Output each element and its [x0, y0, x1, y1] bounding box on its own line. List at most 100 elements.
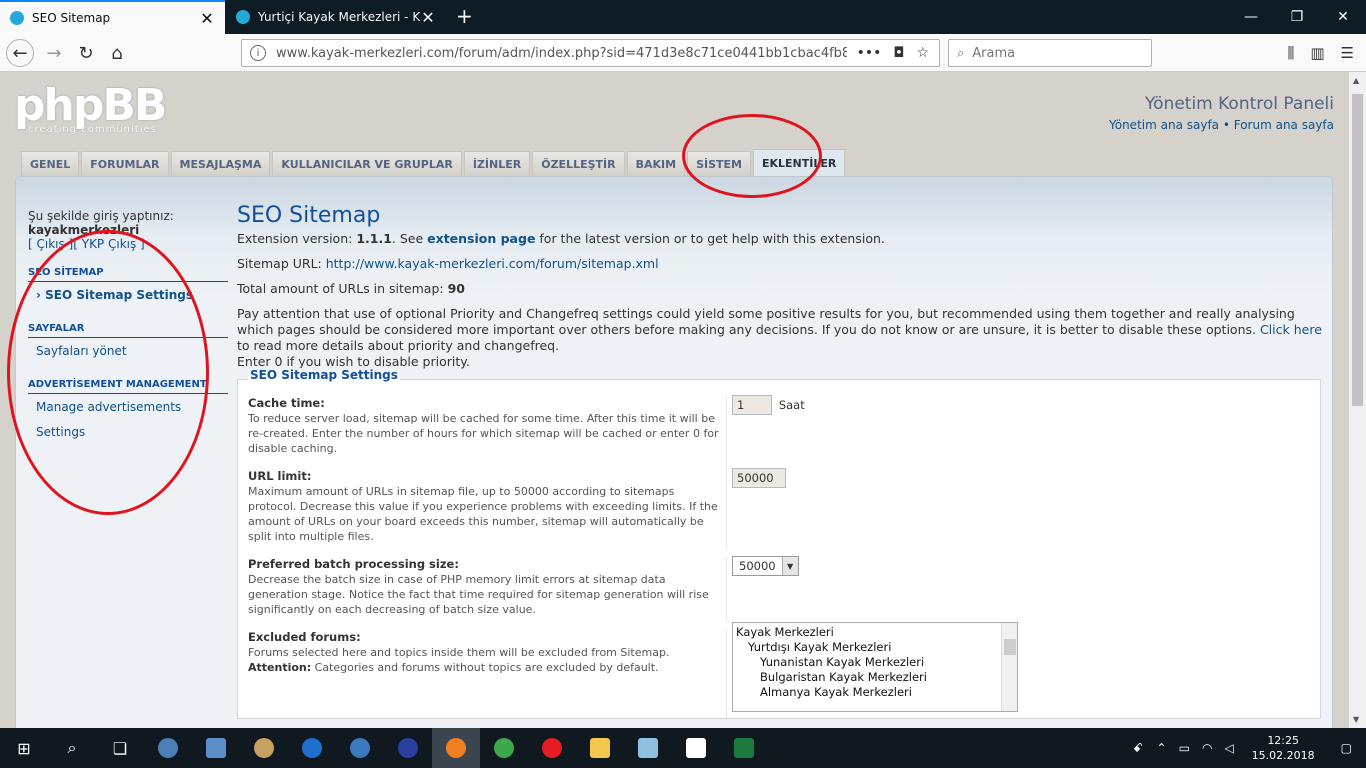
cache-time-desc: To reduce server load, sitemap will be c…: [248, 412, 719, 455]
people-icon[interactable]: ꗃ: [1125, 741, 1151, 756]
forward-icon[interactable]: →: [40, 40, 68, 66]
main-content: SEO Sitemap Extension version: 1.1.1. Se…: [237, 203, 1323, 720]
reload-icon[interactable]: ↻: [72, 40, 100, 66]
chrome-icon[interactable]: [480, 728, 528, 768]
volume-icon[interactable]: ◁: [1218, 741, 1239, 755]
sidebar-icon[interactable]: ▥: [1310, 44, 1324, 62]
excel-icon[interactable]: [720, 728, 768, 768]
close-tab-icon[interactable]: ✕: [420, 8, 436, 27]
sidebar-item-manage-advertisements[interactable]: Manage advertisements: [28, 394, 228, 419]
cache-time-unit: Saat: [778, 398, 805, 412]
list-item[interactable]: Almanya Kayak Merkezleri: [736, 685, 1014, 700]
firefox-icon[interactable]: [432, 728, 480, 768]
tab-title: Yurtiçi Kayak Merkezleri - Kayak: [258, 10, 420, 24]
windows-start-icon[interactable]: ⊞: [0, 728, 48, 768]
priority-notice: Pay attention that use of optional Prior…: [237, 306, 1322, 369]
app-icon[interactable]: [384, 728, 432, 768]
tab-kullanicilar[interactable]: KULLANICILAR VE GRUPLAR: [272, 151, 462, 176]
opera-icon[interactable]: [528, 728, 576, 768]
notifications-icon[interactable]: ▢: [1327, 741, 1366, 755]
computer-icon[interactable]: [192, 728, 240, 768]
browser-nav-bar: ← → ↻ ⌂ i www.kayak-merkezleri.com/forum…: [0, 34, 1366, 72]
sidebar-item-sayfalari-yonet[interactable]: Sayfaları yönet: [28, 338, 228, 363]
acp-tabs: GENEL FORUMLAR MESAJLAŞMA KULLANICILAR V…: [21, 149, 846, 176]
mail-client-icon[interactable]: [336, 728, 384, 768]
excluded-forums-desc: Forums selected here and topics inside t…: [248, 646, 670, 659]
batch-size-select[interactable]: 50000 ▼: [732, 556, 799, 576]
list-item[interactable]: Yurtdışı Kayak Merkezleri: [736, 640, 1014, 655]
system-tray: ꗃ ⌃ ▭ ◠ ◁ 12:25 15.02.2018 ▢: [1125, 728, 1366, 768]
tab-mesajlasma[interactable]: MESAJLAŞMA: [170, 151, 271, 176]
edge-icon[interactable]: [288, 728, 336, 768]
pocket-icon[interactable]: ◘: [893, 45, 904, 61]
paint-icon[interactable]: [240, 728, 288, 768]
sitemap-url-link[interactable]: http://www.kayak-merkezleri.com/forum/si…: [326, 256, 659, 271]
scroll-up-icon[interactable]: ▲: [1353, 76, 1359, 85]
home-icon[interactable]: ⌂: [103, 40, 131, 66]
chevron-up-icon[interactable]: ⌃: [1151, 741, 1173, 755]
logout-links[interactable]: [ Çıkış ][ YKP Çıkış ]: [28, 237, 228, 251]
list-item[interactable]: Kayak Merkezleri: [736, 625, 1014, 640]
menu-icon[interactable]: ☰: [1341, 44, 1354, 62]
site-favicon-icon: [10, 11, 24, 25]
url-limit-input[interactable]: 50000: [732, 468, 786, 488]
bookmark-star-icon[interactable]: ☆: [916, 45, 929, 61]
search-icon[interactable]: ⌕: [48, 728, 96, 768]
phpbb-logo[interactable]: phpBB creating communities: [14, 84, 174, 140]
back-icon[interactable]: ←: [6, 39, 34, 67]
library-icon[interactable]: ⫼: [1287, 44, 1294, 62]
extension-page-link[interactable]: extension page: [427, 231, 535, 246]
tab-genel[interactable]: GENEL: [21, 151, 80, 176]
total-urls: Total amount of URLs in sitemap: 90: [237, 281, 465, 296]
notepad-icon[interactable]: [624, 728, 672, 768]
battery-icon[interactable]: ▭: [1173, 741, 1196, 755]
sidebar-section-seo-sitemap: SEO SİTEMAP: [28, 267, 228, 282]
new-tab-button[interactable]: +: [456, 4, 473, 28]
clock[interactable]: 12:25 15.02.2018: [1240, 733, 1327, 763]
page-title: Yönetim Kontrol Paneli: [1145, 94, 1334, 114]
tab-izinler[interactable]: İZİNLER: [463, 151, 531, 176]
list-item[interactable]: Yunanistan Kayak Merkezleri: [736, 655, 1014, 670]
restore-icon[interactable]: ❐: [1274, 0, 1320, 34]
close-window-icon[interactable]: ✕: [1320, 0, 1366, 34]
username: kayakmerkezleri: [28, 223, 140, 237]
file-explorer-icon[interactable]: [576, 728, 624, 768]
tab-eklentiler[interactable]: EKLENTİLER: [752, 149, 846, 176]
windows-taskbar: ⊞ ⌕ ❏ ꗃ ⌃ ▭ ◠ ◁ 12:25 15.02.2018 ▢: [0, 728, 1366, 768]
header-links[interactable]: Yönetim ana sayfa • Forum ana sayfa: [1109, 118, 1334, 132]
tab-bakim[interactable]: BAKIM: [626, 151, 686, 176]
tab-sistem[interactable]: SİSTEM: [687, 151, 751, 176]
listbox-scrollbar[interactable]: [1001, 623, 1017, 711]
scroll-down-icon[interactable]: ▼: [1353, 715, 1359, 724]
mail-icon[interactable]: [672, 728, 720, 768]
wifi-icon[interactable]: ◠: [1196, 741, 1218, 755]
excluded-forums-listbox[interactable]: Kayak Merkezleri Yurtdışı Kayak Merkezle…: [732, 622, 1018, 712]
search-bar[interactable]: ⌕ Arama: [948, 39, 1152, 67]
page-scrollbar[interactable]: ▲ ▼: [1349, 72, 1366, 728]
minimize-icon[interactable]: —: [1228, 0, 1274, 34]
main-title: SEO Sitemap: [237, 203, 381, 228]
task-view-icon[interactable]: ❏: [96, 728, 144, 768]
page-actions-icon[interactable]: •••: [857, 45, 882, 61]
login-label: Şu şekilde giriş yaptınız:: [28, 209, 174, 223]
close-tab-icon[interactable]: ✕: [199, 9, 215, 28]
url-text[interactable]: www.kayak-merkezleri.com/forum/adm/index…: [276, 46, 847, 61]
cache-time-input[interactable]: 1: [732, 395, 772, 415]
browser-tab-active[interactable]: SEO Sitemap ✕: [0, 0, 225, 34]
url-bar[interactable]: i www.kayak-merkezleri.com/forum/adm/ind…: [241, 39, 940, 67]
scrollbar-thumb[interactable]: [1352, 94, 1363, 406]
tab-forumlar[interactable]: FORUMLAR: [81, 151, 169, 176]
settings-fieldset: SEO Sitemap Settings Cache time: To reduc…: [237, 368, 1321, 720]
attention-label: Attention:: [248, 661, 312, 674]
tab-ozellestir[interactable]: ÖZELLEŞTİR: [532, 151, 625, 176]
sidebar-item-settings[interactable]: Settings: [28, 419, 228, 444]
click-here-link[interactable]: Click here: [1260, 322, 1322, 337]
list-item[interactable]: Bulgaristan Kayak Merkezleri: [736, 670, 1014, 685]
excluded-forums-label: Excluded forums:: [248, 630, 361, 644]
chevron-down-icon: ▼: [781, 557, 798, 575]
info-icon[interactable]: i: [250, 45, 266, 61]
sidebar-item-seo-sitemap-settings[interactable]: › SEO Sitemap Settings: [28, 282, 228, 307]
thunderbird-icon[interactable]: [144, 728, 192, 768]
browser-tab-inactive[interactable]: Yurtiçi Kayak Merkezleri - Kayak ✕: [226, 0, 446, 34]
browser-tab-bar: SEO Sitemap ✕ Yurtiçi Kayak Merkezleri -…: [0, 0, 1366, 34]
